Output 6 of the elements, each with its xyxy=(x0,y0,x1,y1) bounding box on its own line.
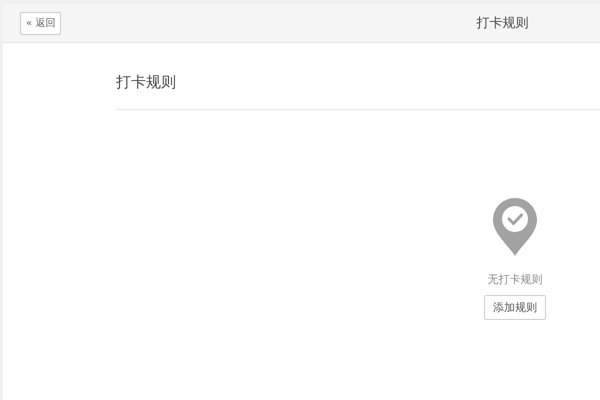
location-check-icon xyxy=(493,198,537,256)
empty-message: 无打卡规则 xyxy=(488,272,542,287)
section-title: 打卡规则 xyxy=(116,72,177,93)
page-title: 打卡规则 xyxy=(476,15,528,32)
back-button[interactable]: « 返回 xyxy=(20,12,62,34)
add-rule-button[interactable]: 添加规则 xyxy=(484,295,546,320)
